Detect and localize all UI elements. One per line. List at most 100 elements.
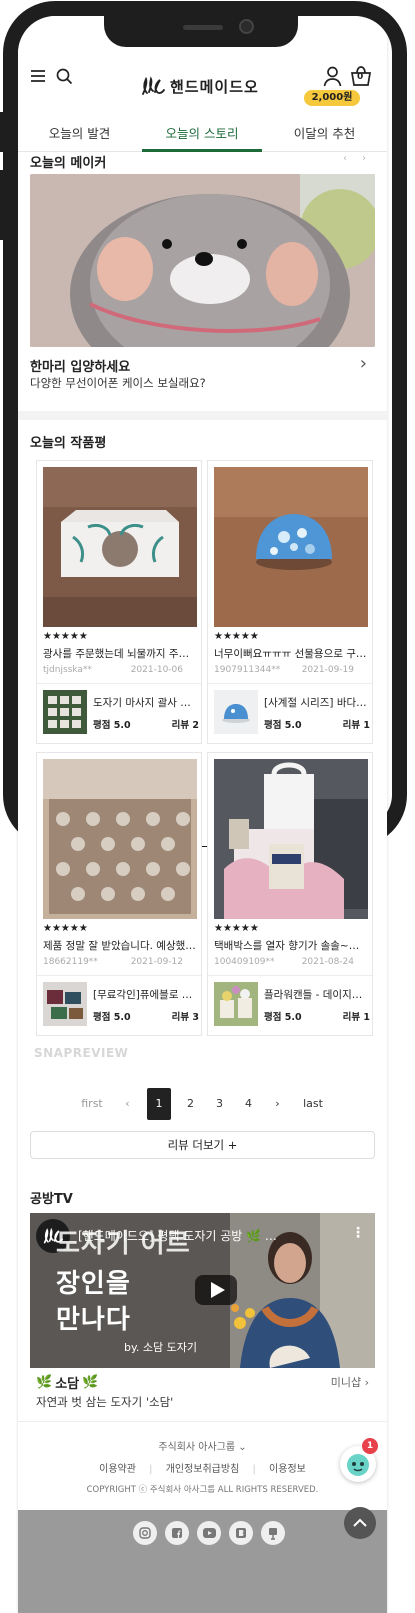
review-photo [214,467,368,627]
footer-company[interactable]: 주식회사 아사그룹 ⌄ [18,1438,387,1453]
overlay-line-1: 도자기 어르 [56,1229,191,1259]
pagination-page[interactable]: 4 [234,1088,263,1120]
video-player[interactable]: [핸드메이드오] 평택 도자기 공방 🌿 … ⋮ 도자기 어르 장인을 만나다 … [30,1213,375,1368]
overlay-by: by. 소담 도자기 [124,1341,198,1354]
more-reviews-button[interactable]: 리뷰 더보기 + [30,1131,375,1159]
tv-caption-name: 소담 [55,1377,80,1392]
review-stars: ★★★★★ [214,631,259,642]
review-card[interactable]: ★★★★★ 광사를 주문했는데 뇌물까지 주시… tjdnjsska** 2021… [36,460,202,744]
review-card[interactable]: ★★★★★ 택배박스를 열자 향기가 솔솔~~~ … 100409109** 20… [207,752,373,1036]
leaf-icon: 🌿 [82,1375,99,1390]
pagination: first ‹ 1 2 3 4 › last [18,1088,387,1120]
phone-camera [239,19,254,34]
social-bar [18,1510,387,1613]
product-review-count: 리뷰 1 [342,1012,370,1023]
logo-icon [142,76,165,95]
instagram-icon[interactable] [133,1521,157,1545]
search-icon[interactable] [54,66,74,86]
review-card[interactable]: ★★★★★ 너무이뻐요ㅠㅠㅠ 선물용으로 구… 1907911344** 2021… [207,460,373,744]
pagination-page[interactable]: 1 [147,1088,171,1120]
review-date: 2021-08-24 [301,957,354,967]
chat-notification-badge: 1 [362,1438,378,1454]
product-thumb [214,690,258,734]
points-badge[interactable]: 2,000원 [304,90,360,106]
review-photo [43,759,197,919]
review-card[interactable]: ★★★★★ 제품 정말 잘 받았습니다. 예상했… 18662119** 2021… [36,752,202,1036]
product-rating: 평점 5.0 [93,720,131,731]
review-text: 택배박스를 열자 향기가 솔솔~~~ … [214,940,368,952]
product-rating: 평점 5.0 [93,1012,131,1023]
review-date: 2021-10-06 [130,665,183,675]
review-text: 제품 정말 잘 받았습니다. 예상했… [43,940,196,952]
menu-icon[interactable] [28,66,48,86]
more-vert-icon[interactable]: ⋮ [351,1225,365,1241]
footer-links: 이용약관 | 개인정보취급방침 | 이용정보 [99,1464,306,1475]
store-icon[interactable] [261,1521,285,1545]
pagination-last[interactable]: last [292,1088,334,1120]
product-review-count: 리뷰 1 [342,720,370,731]
review-user: 18662119** [43,957,98,967]
review-photo [214,759,368,919]
cart-icon[interactable]: 0 [349,64,373,88]
youtube-icon[interactable] [197,1521,221,1545]
mini-shop-link[interactable]: 미니샵 › [331,1374,369,1390]
product-thumb [214,982,258,1026]
pagination-first[interactable]: first [71,1088,113,1120]
footer-link-privacy[interactable]: 개인정보취급방침 [166,1464,240,1475]
scroll-top-button[interactable] [344,1507,376,1539]
pagination-page[interactable]: 2 [176,1088,205,1120]
maker-carousel-arrows: ‹ › [338,152,371,166]
footer-link-info[interactable]: 이용정보 [269,1464,306,1475]
phone-speaker [183,25,223,30]
pagination-prev[interactable]: ‹ [113,1088,142,1120]
prev-arrow-icon[interactable]: ‹ [338,152,352,166]
cart-count: 0 [357,72,364,82]
tab-story[interactable]: 오늘의 스토리 [142,120,262,152]
tv-caption-subtitle: 자연과 벗 삼는 도자기 '소담' [36,1395,174,1409]
review-user: 1907911344** [214,665,281,675]
product-rating: 평점 5.0 [264,720,302,731]
tab-monthly-pick[interactable]: 이달의 추천 [287,120,362,152]
product-name: [무료각인]퓨에블로 … [93,989,193,1001]
product-name: 도자기 마사지 괄사 … [93,697,191,709]
review-user: 100409109** [214,957,275,967]
pagination-next[interactable]: › [263,1088,292,1120]
facebook-icon[interactable] [165,1521,189,1545]
footer-copyright: COPYRIGHT ⓒ 주식회사 아사그룹 ALL RIGHTS RESERVE… [86,1485,319,1495]
review-date: 2021-09-12 [130,957,183,967]
mobile-page: 핸드메이드오 0 2,000원 오늘의 발견 오늘의 스토리 이달의 추천 오늘… [18,16,387,1613]
review-stars: ★★★★★ [43,631,88,642]
snapreview-label: SNAPREVIEW [34,1046,129,1060]
brand-logo[interactable]: 핸드메이드오 [140,74,259,98]
blog-icon[interactable] [229,1521,253,1545]
maker-subtitle: 다양한 무선이어폰 케이스 보실래요? [30,376,206,390]
review-date: 2021-09-19 [301,665,354,675]
maker-section-title: 오늘의 메이커 [30,156,107,171]
review-stars: ★★★★★ [214,923,259,934]
maker-caption[interactable]: 한마리 입양하세요 다양한 무선이어폰 케이스 보실래요? › [30,347,375,401]
next-arrow-icon[interactable]: › [357,152,371,166]
product-review-count: 리뷰 2 [171,720,199,731]
tv-section-title: 공방TV [30,1192,73,1207]
user-icon[interactable] [321,64,343,88]
chevron-up-icon [353,1518,367,1527]
maker-title: 한마리 입양하세요 [30,360,131,375]
chevron-right-icon[interactable]: › [360,353,367,374]
tab-discover[interactable]: 오늘의 발견 [42,120,117,152]
product-thumb [43,690,87,734]
review-user: tjdnjsska** [43,665,92,675]
phone-notch [104,14,298,47]
product-rating: 평점 5.0 [264,1012,302,1023]
review-text: 너무이뻐요ㅠㅠㅠ 선물용으로 구… [214,648,367,660]
overlay-line-2: 장인을 [56,1269,131,1299]
reviews-section-title: 오늘의 작품평 [30,436,107,451]
footer-link-terms[interactable]: 이용약관 [99,1464,136,1475]
tv-caption-title: 🌿 소담 🌿 [36,1373,98,1392]
product-thumb [43,982,87,1026]
overlay-line-3: 만나다 [56,1305,131,1335]
logo-text: 핸드메이드오 [170,77,259,96]
pagination-page[interactable]: 3 [205,1088,234,1120]
review-stars: ★★★★★ [43,923,88,934]
leaf-icon: 🌿 [36,1375,53,1390]
maker-image[interactable] [30,174,375,347]
